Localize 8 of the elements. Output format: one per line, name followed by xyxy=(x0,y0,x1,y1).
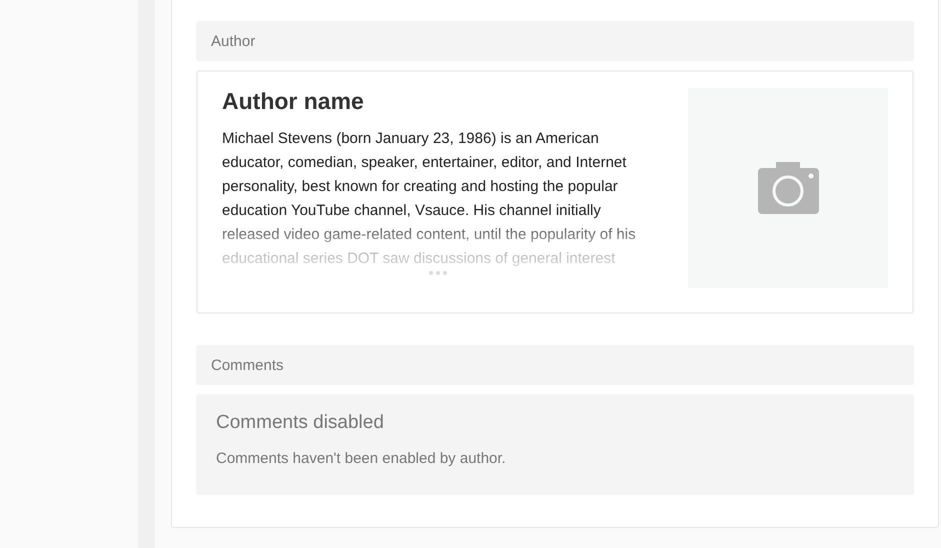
section-header: Author xyxy=(196,21,914,61)
comments-title: Comments disabled xyxy=(216,412,385,434)
author-bio: Michael Stevens (born January 23, 1986) is an American educator, comedian, speaker, entertainer, editor, and Internet personality, best known for creating and hosting the popular education YouTube channel, Vsauce. His channel initially released video game-related content, until the popularity of his educational series DOT saw discussions of general interest xyxy=(222,129,637,269)
comments-message: Comments haven't been enabled by author. xyxy=(216,450,507,467)
camera-icon xyxy=(758,162,818,214)
more-icon[interactable] xyxy=(429,271,447,275)
section-header: Comments xyxy=(196,345,914,385)
author-name: Author name xyxy=(222,88,365,115)
